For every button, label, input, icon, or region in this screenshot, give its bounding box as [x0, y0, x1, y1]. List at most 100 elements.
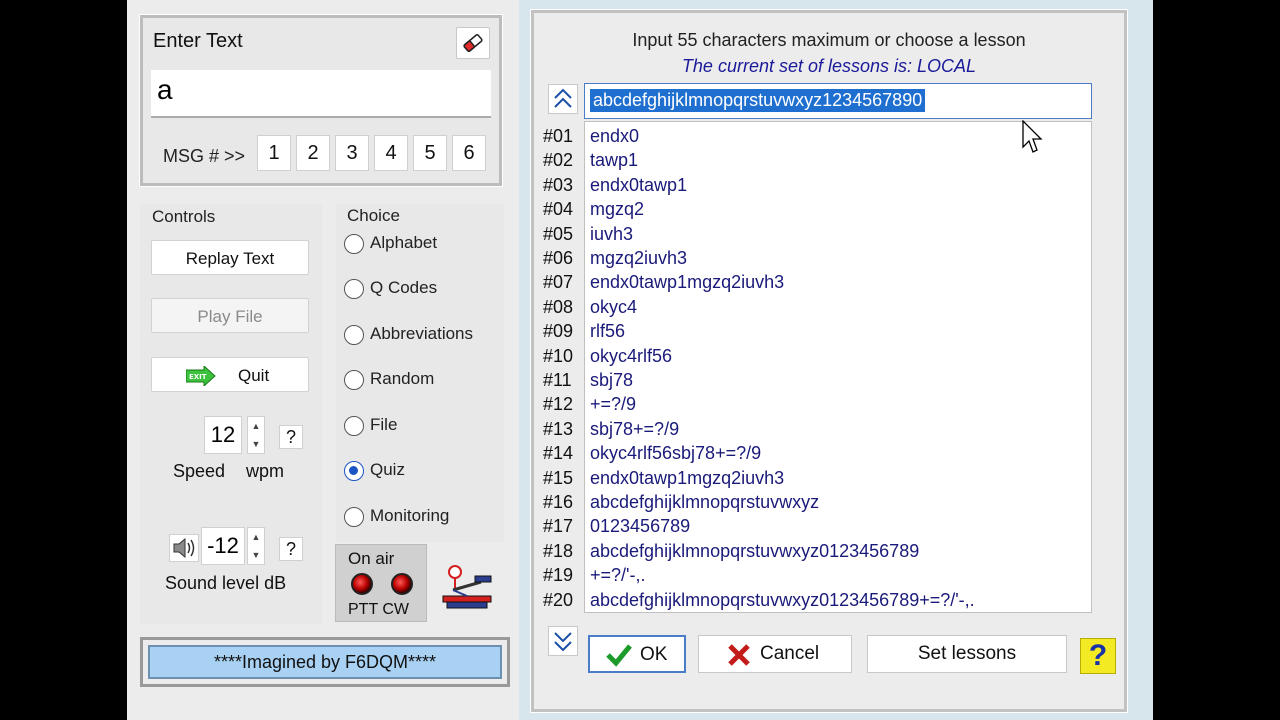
lesson-item[interactable]: okyc4 — [590, 297, 637, 318]
lesson-item[interactable]: okyc4rlf56 — [590, 346, 672, 367]
lesson-item[interactable]: rlf56 — [590, 321, 625, 342]
lesson-number: #18 — [543, 540, 574, 561]
lesson-input[interactable]: abcdefghijklmnopqrstuvwxyz1234567890 — [584, 83, 1092, 119]
main-panel: Enter Text a MSG # >> 1 2 3 4 5 6 Contro… — [127, 0, 519, 720]
chevron-double-up-icon — [554, 88, 572, 108]
on-air-labels: PTT CW — [348, 601, 410, 618]
speed-help-button[interactable]: ? — [279, 425, 303, 449]
credit-text: ****Imagined by F6DQM**** — [148, 645, 502, 679]
lesson-item[interactable]: endx0tawp1 — [590, 175, 687, 196]
scroll-down-button[interactable] — [548, 626, 578, 656]
lesson-number: #20 — [543, 589, 574, 610]
radio-button[interactable] — [344, 325, 364, 345]
lesson-input-value: abcdefghijklmnopqrstuvwxyz1234567890 — [590, 89, 926, 112]
lesson-item[interactable]: sbj78+=?/9 — [590, 419, 679, 440]
sound-help-button[interactable]: ? — [279, 537, 303, 561]
msg-button-6[interactable]: 6 — [452, 135, 486, 171]
lesson-item[interactable]: sbj78 — [590, 370, 633, 391]
lesson-item[interactable]: okyc4rlf56sbj78+=?/9 — [590, 443, 761, 464]
play-file-button: Play File — [151, 298, 309, 333]
stepper-down-icon[interactable]: ▼ — [248, 546, 264, 564]
lesson-number: #06 — [543, 248, 574, 268]
lesson-item[interactable]: abcdefghijklmnopqrstuvwxyz0123456789+=?/… — [590, 590, 975, 611]
wpm-label: wpm — [246, 461, 285, 481]
stepper-down-icon[interactable]: ▼ — [248, 435, 264, 453]
enter-text-title: Enter Text — [153, 30, 243, 52]
clear-text-button[interactable] — [456, 27, 490, 59]
cw-led-icon — [391, 573, 413, 595]
ptt-led-icon — [351, 573, 373, 595]
speed-value[interactable]: 12 — [204, 416, 242, 454]
set-lessons-button[interactable]: Set lessons — [867, 635, 1067, 673]
lesson-item[interactable]: mgzq2 — [590, 199, 644, 220]
on-air-title: On air — [348, 549, 395, 568]
lesson-list[interactable]: #01 endx0 #02 tawp1 #03 endx0tawp1 #04 mgzq2 #05… — [543, 121, 1092, 613]
lesson-number: #12 — [543, 394, 574, 415]
lesson-number: #08 — [543, 296, 574, 317]
ok-button[interactable]: OK — [588, 635, 686, 673]
msg-button-5[interactable]: 5 — [413, 135, 447, 171]
lesson-number: #13 — [543, 418, 574, 439]
lesson-number: #07 — [543, 272, 574, 293]
cancel-button[interactable]: Cancel — [698, 635, 852, 673]
radio-button[interactable] — [344, 234, 364, 254]
lesson-item[interactable]: +=?/9 — [590, 394, 636, 415]
sound-level-label: Sound level dB — [165, 573, 287, 593]
msg-button-2[interactable]: 2 — [296, 135, 330, 171]
chevron-double-down-icon — [554, 632, 572, 652]
replay-text-label: Replay Text — [185, 249, 275, 268]
msg-button-1[interactable]: 1 — [257, 135, 291, 171]
lesson-item[interactable]: iuvh3 — [590, 224, 633, 245]
lesson-number: #15 — [543, 467, 574, 488]
choice-label: Q Codes — [370, 278, 438, 297]
cross-icon — [728, 644, 750, 666]
lesson-item[interactable]: tawp1 — [590, 150, 638, 171]
text-input[interactable]: a — [151, 70, 491, 118]
eraser-icon — [463, 34, 483, 52]
lesson-number: #05 — [543, 223, 574, 244]
stepper-up-icon[interactable]: ▲ — [248, 417, 264, 435]
quit-button[interactable]: EXIT Quit — [151, 357, 309, 392]
lesson-item[interactable]: +=?/'-,. — [590, 565, 645, 586]
exit-icon: EXIT — [186, 366, 216, 386]
lesson-number: #04 — [543, 199, 574, 220]
replay-text-button[interactable]: Replay Text — [151, 240, 309, 275]
mute-button[interactable] — [169, 534, 199, 562]
msg-button-3[interactable]: 3 — [335, 135, 369, 171]
radio-button-selected[interactable] — [344, 461, 364, 481]
morse-key-icon[interactable] — [439, 562, 497, 618]
lesson-number: #03 — [543, 174, 574, 195]
check-icon — [606, 644, 632, 667]
radio-button[interactable] — [344, 416, 364, 436]
play-file-label: Play File — [197, 307, 263, 326]
dialog-subtitle: The current set of lessons is: LOCAL — [681, 56, 977, 76]
lesson-item[interactable]: abcdefghijklmnopqrstuvwxyz0123456789 — [590, 541, 919, 562]
msg-button-4[interactable]: 4 — [374, 135, 408, 171]
speed-stepper[interactable]: ▲ ▼ — [247, 416, 265, 454]
choice-title: Choice — [347, 206, 400, 225]
mouse-pointer-icon — [1022, 120, 1043, 153]
lesson-number: #11 — [543, 370, 572, 390]
lesson-item[interactable]: endx0tawp1mgzq2iuvh3 — [590, 272, 784, 293]
lesson-item[interactable]: abcdefghijklmnopqrstuvwxyz — [590, 492, 819, 513]
scroll-up-button[interactable] — [548, 84, 578, 114]
lesson-item[interactable]: 0123456789 — [590, 516, 690, 537]
stepper-up-icon[interactable]: ▲ — [248, 528, 264, 546]
sound-level-stepper[interactable]: ▲ ▼ — [247, 527, 265, 565]
enter-text-group: Enter Text a MSG # >> 1 2 3 4 5 6 — [139, 14, 503, 187]
choice-label: Abbreviations — [370, 324, 474, 343]
lesson-number: #16 — [543, 492, 574, 512]
help-icon: ? — [1088, 639, 1108, 672]
radio-button[interactable] — [344, 279, 364, 299]
lesson-item[interactable]: endx0tawp1mgzq2iuvh3 — [590, 468, 784, 489]
radio-button[interactable] — [344, 370, 364, 390]
credit-box: ****Imagined by F6DQM**** — [140, 637, 510, 687]
lesson-item[interactable]: mgzq2iuvh3 — [590, 248, 687, 269]
ok-label: OK — [640, 644, 668, 665]
sound-level-value[interactable]: -12 — [201, 527, 245, 565]
lesson-number: #09 — [543, 321, 574, 342]
lesson-item[interactable]: endx0 — [590, 126, 639, 147]
help-button[interactable]: ? — [1080, 638, 1116, 674]
controls-title: Controls — [152, 207, 216, 226]
radio-button[interactable] — [344, 507, 364, 527]
